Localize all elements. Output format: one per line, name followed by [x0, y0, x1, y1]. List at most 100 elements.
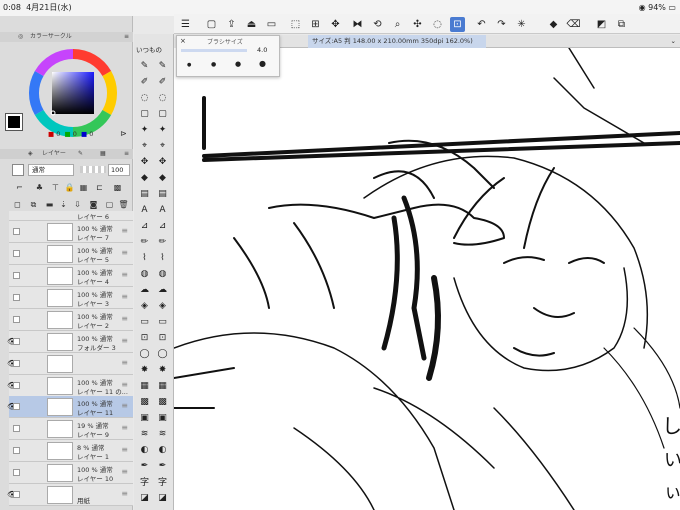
move-tool-icon[interactable]: ✥ [137, 154, 152, 169]
crop-tool-icon-alt[interactable]: ⊡ [155, 330, 170, 345]
figure-tool-icon-alt[interactable]: ▭ [155, 314, 170, 329]
eyedropper-tool-icon-alt[interactable]: ⌖ [155, 138, 170, 153]
list-item[interactable]: 100 % 通常 レイヤー 10 ≡ [9, 462, 133, 484]
balloon-tool-icon[interactable]: ◯ [137, 346, 152, 361]
eyedropper-tool-icon[interactable]: ⌖ [137, 138, 152, 153]
brush-size-slider[interactable] [181, 49, 247, 52]
save-icon[interactable]: ▭ [264, 17, 279, 32]
frame-tool-icon[interactable]: ▣ [137, 410, 152, 425]
style-tool-icon[interactable]: ◪ [137, 490, 152, 505]
pen-tool-icon-alt[interactable]: ✎ [155, 58, 170, 73]
pattern-tool-icon-alt[interactable]: ▩ [155, 394, 170, 409]
draft-icon[interactable]: ⊤ [50, 182, 61, 193]
document-tab[interactable]: サイズ:A5 判 148.00 x 210.00mm 350dpi 162.0%… [308, 35, 486, 48]
ruler-tool-icon[interactable]: ⊿ [137, 218, 152, 233]
layer-checkbox[interactable] [13, 425, 20, 432]
fill-tool-icon-alt[interactable]: ◆ [155, 170, 170, 185]
list-item[interactable]: 100 % 通常 レイヤー 2 ≡ [9, 309, 133, 331]
move-icon[interactable]: ✥ [328, 17, 343, 32]
grid-icon[interactable]: ◩ [594, 17, 609, 32]
gradient-tool-icon-alt[interactable]: ▤ [155, 186, 170, 201]
merge-icon[interactable]: ⇩ [72, 199, 83, 210]
export-icon[interactable]: ⇪ [224, 17, 239, 32]
fill-tool-icon[interactable]: ◆ [137, 170, 152, 185]
list-item[interactable]: 👁≡ [7, 353, 133, 375]
stamp-tool-icon[interactable]: ◈ [137, 298, 152, 313]
drag-handle-icon[interactable]: ≡ [121, 401, 128, 410]
vector-tool-icon[interactable]: ⌇ [137, 250, 152, 265]
drag-handle-icon[interactable]: ≡ [121, 489, 128, 498]
lasso-tool-icon[interactable]: ◌ [137, 90, 152, 105]
redo-icon[interactable]: ↷ [494, 17, 509, 32]
select-tool-icon-alt[interactable]: ▢ [155, 106, 170, 121]
layer-checkbox[interactable] [13, 250, 20, 257]
color-icon[interactable]: ▩ [112, 182, 123, 193]
new-folder-icon[interactable]: ▬ [44, 199, 55, 210]
new-raster-icon[interactable]: ◻ [12, 199, 23, 210]
scale-icon[interactable]: ⊞ [308, 17, 323, 32]
pen-tool-icon[interactable]: ✎ [137, 58, 152, 73]
link-icon[interactable]: ⊏ [94, 182, 105, 193]
drawing-canvas[interactable]: し い ぃ [174, 48, 680, 510]
list-item[interactable]: 👁100 % 通常レイヤー 11≡ [7, 396, 133, 418]
fill-icon[interactable]: ◆ [546, 17, 561, 32]
layer-checkbox[interactable] [13, 469, 20, 476]
brush-size-value[interactable]: 4.0 [257, 46, 267, 54]
list-item[interactable]: レイヤー 6 [9, 211, 133, 221]
wand-tool-icon-alt[interactable]: ✦ [155, 122, 170, 137]
gradient-tool-icon[interactable]: ▤ [137, 186, 152, 201]
layer-color-box[interactable] [12, 164, 24, 176]
transform-icon[interactable]: ⬚ [288, 17, 303, 32]
palette-tool-icon[interactable]: ◐ [137, 442, 152, 457]
blur-tool-icon-alt[interactable]: ◍ [155, 266, 170, 281]
layer-checkbox[interactable] [13, 294, 20, 301]
drag-handle-icon[interactable]: ≡ [121, 358, 128, 367]
style-tool-icon-alt[interactable]: ◪ [155, 490, 170, 505]
panel-tab-icon-2[interactable]: ▦ [100, 149, 106, 159]
char-tool-icon[interactable]: 字 [137, 474, 152, 489]
mask-icon[interactable]: ◙ [88, 199, 99, 210]
balloon-tool-icon-alt[interactable]: ◯ [155, 346, 170, 361]
brush2-tool-icon-alt[interactable]: ✒ [155, 458, 170, 473]
selection-icon[interactable]: ◌ [430, 17, 445, 32]
list-item[interactable]: 19 % 通常 レイヤー 9 ≡ [9, 418, 133, 440]
wand-tool-icon[interactable]: ✦ [137, 122, 152, 137]
list-item[interactable]: 👁用紙≡ [7, 484, 133, 506]
transfer-icon[interactable]: ⇣ [58, 199, 69, 210]
list-item[interactable]: 100 % 通常 レイヤー 3 ≡ [9, 287, 133, 309]
layer-checkbox[interactable] [13, 272, 20, 279]
color-next-icon[interactable]: ⊳ [118, 128, 129, 139]
chevron-down-icon[interactable]: ⌄ [671, 35, 676, 48]
menu-icon[interactable]: ☰ [178, 17, 193, 32]
palette-tool-icon-alt[interactable]: ◐ [155, 442, 170, 457]
stamp-tool-icon-alt[interactable]: ◈ [155, 298, 170, 313]
ref-layer-icon[interactable]: ♣ [34, 182, 45, 193]
apply-mask-icon[interactable]: ▢ [104, 199, 115, 210]
blend-mode-select[interactable]: 通常 [28, 164, 74, 176]
size-preset-4[interactable]: ● [259, 59, 266, 68]
frame-tool-icon-alt[interactable]: ▣ [155, 410, 170, 425]
smudge-tool-icon[interactable]: ☁ [137, 282, 152, 297]
smudge-tool-icon-alt[interactable]: ☁ [155, 282, 170, 297]
pattern-tool-icon[interactable]: ▩ [137, 394, 152, 409]
move-tool-icon-alt[interactable]: ✥ [155, 154, 170, 169]
drag-handle-icon[interactable]: ≡ [121, 226, 128, 235]
liquify-tool-icon-alt[interactable]: ≋ [155, 426, 170, 441]
marker-tool-icon-alt[interactable]: ✏ [155, 234, 170, 249]
rotate-icon[interactable]: ⟲ [370, 17, 385, 32]
layer-checkbox[interactable] [13, 382, 20, 389]
drag-handle-icon[interactable]: ≡ [121, 292, 128, 301]
eraser-icon[interactable]: ⌫ [566, 17, 581, 32]
layer-checkbox[interactable] [13, 316, 20, 323]
new-file-icon[interactable]: ▢ [204, 17, 219, 32]
panel-menu-icon-2[interactable]: ≡ [124, 149, 129, 159]
opacity-field[interactable]: 100 [108, 164, 130, 176]
zoom-icon[interactable]: ⌕ [390, 17, 405, 32]
drag-handle-icon[interactable]: ≡ [121, 270, 128, 279]
color-wheel[interactable] [26, 47, 120, 139]
lock-icon[interactable]: 🔒 [64, 182, 75, 193]
list-item[interactable]: 100 % 通常 レイヤー 7 ≡ [9, 221, 133, 243]
char-tool-icon-alt[interactable]: 字 [155, 474, 170, 489]
layer-checkbox[interactable] [13, 403, 20, 410]
drag-handle-icon[interactable]: ≡ [121, 380, 128, 389]
